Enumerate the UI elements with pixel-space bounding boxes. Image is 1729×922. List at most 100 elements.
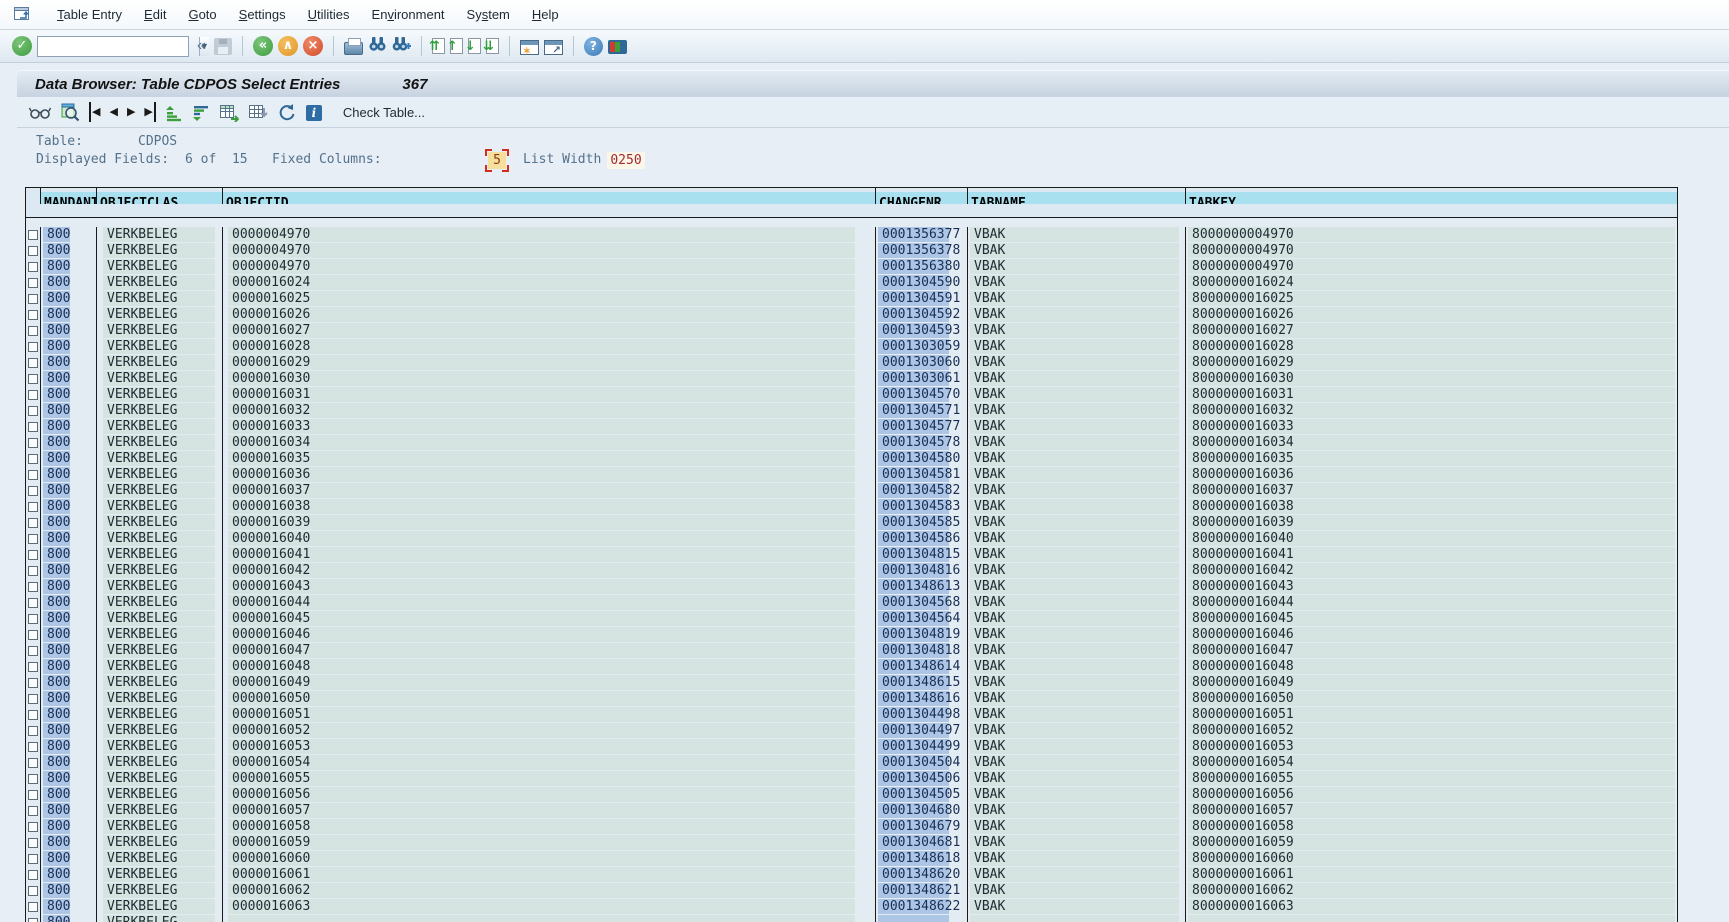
cell-changenr[interactable]: 0001304593 xyxy=(878,323,949,338)
cell-tabname[interactable]: VBAK xyxy=(970,643,1179,658)
row-checkbox[interactable] xyxy=(28,294,38,304)
cancel-icon[interactable]: × xyxy=(303,36,323,56)
cell-changenr[interactable]: 0001304680 xyxy=(878,803,949,818)
row-checkbox[interactable] xyxy=(28,438,38,448)
cell-objectid[interactable]: 0000016048 xyxy=(228,659,855,674)
cell-mandant[interactable]: 800 xyxy=(43,419,70,434)
cell-mandant[interactable]: 800 xyxy=(43,627,70,642)
row-checkbox[interactable] xyxy=(28,342,38,352)
row-checkbox[interactable] xyxy=(28,422,38,432)
cell-tabname[interactable]: VBAK xyxy=(970,595,1179,610)
row-checkbox[interactable] xyxy=(28,742,38,752)
column-header-mandant[interactable]: MANDANT xyxy=(41,192,96,204)
next-entry-icon[interactable]: ▶ xyxy=(127,102,135,122)
cell-mandant[interactable]: 800 xyxy=(43,339,70,354)
cell-objectclas[interactable]: VERKBELEG xyxy=(103,787,215,802)
cell-mandant[interactable]: 800 xyxy=(43,723,70,738)
row-checkbox[interactable] xyxy=(28,806,38,816)
cell-tabkey[interactable]: 8000000016053 xyxy=(1188,739,1675,754)
cell-tabkey[interactable]: 8000000016049 xyxy=(1188,675,1675,690)
row-checkbox[interactable] xyxy=(28,550,38,560)
cell-changenr[interactable]: 0001304570 xyxy=(878,387,949,402)
cell-objectid[interactable]: 0000016027 xyxy=(228,323,855,338)
cell-changenr[interactable]: 0001303059 xyxy=(878,339,949,354)
row-checkbox[interactable] xyxy=(28,646,38,656)
cell-mandant[interactable]: 800 xyxy=(43,691,70,706)
cell-tabname[interactable]: VBAK xyxy=(970,339,1179,354)
cell-tabkey[interactable]: 8000000016033 xyxy=(1188,419,1675,434)
cell-mandant[interactable]: 800 xyxy=(43,771,70,786)
layout-icon[interactable] xyxy=(608,40,627,54)
cell-mandant[interactable]: 800 xyxy=(43,915,70,922)
row-checkbox[interactable] xyxy=(28,614,38,624)
cell-tabkey[interactable]: 8000000016046 xyxy=(1188,627,1675,642)
cell-objectid[interactable]: 0000016058 xyxy=(228,819,855,834)
cell-objectclas[interactable]: VERKBELEG xyxy=(103,755,215,770)
cell-mandant[interactable]: 800 xyxy=(43,547,70,562)
cell-tabname[interactable]: VBAK xyxy=(970,227,1179,242)
row-checkbox[interactable] xyxy=(28,598,38,608)
row-checkbox[interactable] xyxy=(28,374,38,384)
enter-icon[interactable]: ✓ xyxy=(12,36,32,56)
cell-objectclas[interactable]: VERKBELEG xyxy=(103,243,215,258)
cell-mandant[interactable]: 800 xyxy=(43,227,70,242)
cell-objectid[interactable]: 0000016054 xyxy=(228,755,855,770)
cell-changenr[interactable]: 0001304564 xyxy=(878,611,949,626)
first-page-icon[interactable]: ⇈ xyxy=(432,38,445,54)
cell-tabkey[interactable]: 8000000016031 xyxy=(1188,387,1675,402)
cell-mandant[interactable]: 800 xyxy=(43,835,70,850)
cell-changenr[interactable]: 0001304506 xyxy=(878,771,949,786)
cell-mandant[interactable]: 800 xyxy=(43,579,70,594)
row-checkbox[interactable] xyxy=(28,886,38,896)
cell-tabkey[interactable]: 8000000016027 xyxy=(1188,323,1675,338)
choose-icon[interactable] xyxy=(60,102,80,122)
cell-tabkey[interactable]: 8000000016054 xyxy=(1188,755,1675,770)
exit-icon[interactable]: ∧ xyxy=(278,36,298,56)
cell-changenr[interactable]: 0001304592 xyxy=(878,307,949,322)
cell-objectclas[interactable]: VERKBELEG xyxy=(103,867,215,882)
cell-mandant[interactable]: 800 xyxy=(43,243,70,258)
cell-changenr[interactable]: 0001304498 xyxy=(878,707,949,722)
row-checkbox[interactable] xyxy=(28,582,38,592)
cell-changenr[interactable]: 0001348621 xyxy=(878,883,949,898)
cell-tabname[interactable]: VBAK xyxy=(970,243,1179,258)
cell-changenr[interactable]: 0001304577 xyxy=(878,419,949,434)
cell-objectclas[interactable]: VERKBELEG xyxy=(103,547,215,562)
row-checkbox[interactable] xyxy=(28,470,38,480)
cell-changenr[interactable]: 0001304590 xyxy=(878,275,949,290)
cell-tabname[interactable]: VBAK xyxy=(970,275,1179,290)
cell-objectid[interactable]: 0000016035 xyxy=(228,451,855,466)
row-checkbox[interactable] xyxy=(28,534,38,544)
cell-mandant[interactable]: 800 xyxy=(43,435,70,450)
cell-objectclas[interactable]: VERKBELEG xyxy=(103,275,215,290)
cell-tabname[interactable]: VBAK xyxy=(970,579,1179,594)
cell-objectid[interactable]: 0000016056 xyxy=(228,787,855,802)
cell-objectid[interactable]: 0000016029 xyxy=(228,355,855,370)
cell-tabname[interactable]: VBAK xyxy=(970,723,1179,738)
cell-objectid[interactable]: 0000016057 xyxy=(228,803,855,818)
row-checkbox[interactable] xyxy=(28,262,38,272)
cell-tabkey[interactable]: 8000000016063 xyxy=(1188,899,1675,914)
cell-mandant[interactable]: 800 xyxy=(43,531,70,546)
cell-tabname[interactable]: VBAK xyxy=(970,611,1179,626)
cell-tabname[interactable]: VBAK xyxy=(970,851,1179,866)
cell-objectclas[interactable]: VERKBELEG xyxy=(103,675,215,690)
cell-objectclas[interactable]: VERKBELEG xyxy=(103,899,215,914)
cell-mandant[interactable]: 800 xyxy=(43,307,70,322)
row-checkbox[interactable] xyxy=(28,310,38,320)
cell-mandant[interactable]: 800 xyxy=(43,387,70,402)
cell-changenr[interactable]: 0001304816 xyxy=(878,563,949,578)
row-checkbox[interactable] xyxy=(28,486,38,496)
cell-objectclas[interactable]: VERKBELEG xyxy=(103,259,215,274)
cell-mandant[interactable]: 800 xyxy=(43,467,70,482)
last-page-icon[interactable]: ⇊ xyxy=(486,38,499,54)
cell-tabname[interactable]: VBAK xyxy=(970,883,1179,898)
cell-objectclas[interactable]: VERKBELEG xyxy=(103,627,215,642)
sort-desc-icon[interactable] xyxy=(192,102,210,122)
cell-objectid[interactable]: 0000016062 xyxy=(228,883,855,898)
cell-mandant[interactable]: 800 xyxy=(43,787,70,802)
cell-changenr[interactable]: 0001304499 xyxy=(878,739,949,754)
cell-objectid[interactable]: 0000016039 xyxy=(228,515,855,530)
cell-tabkey[interactable]: 8000000016061 xyxy=(1188,867,1675,882)
cell-objectid[interactable]: 0000016059 xyxy=(228,835,855,850)
